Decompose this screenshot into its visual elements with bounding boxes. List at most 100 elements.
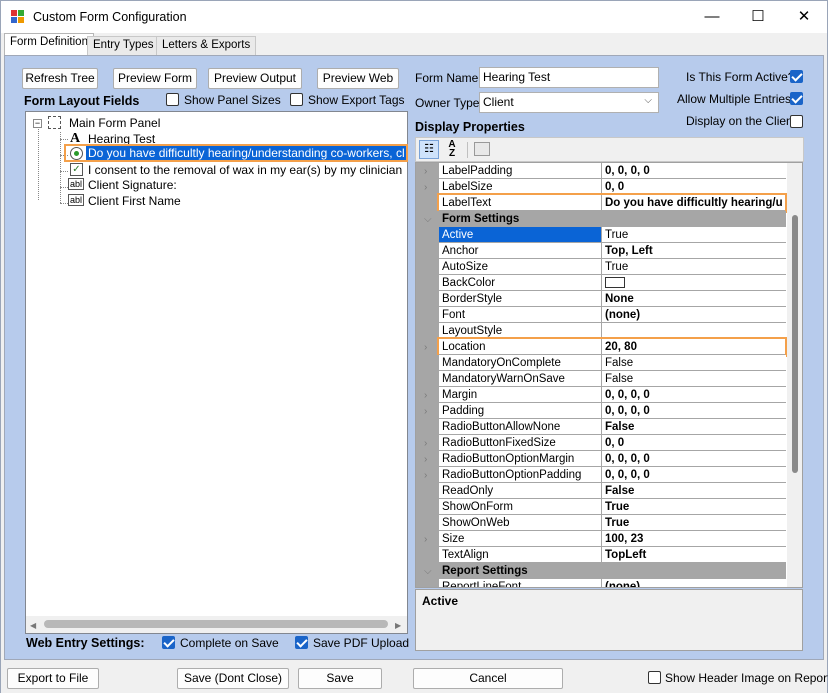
show-export-tags-checkbox[interactable] — [290, 93, 303, 106]
property-row[interactable]: ShowOnForm True — [416, 499, 786, 515]
property-row[interactable]: Active True — [416, 227, 786, 243]
property-row[interactable]: TextAlign TopLeft — [416, 547, 786, 563]
property-value[interactable]: None — [602, 291, 786, 307]
property-row[interactable]: › RadioButtonFixedSize 0, 0 — [416, 435, 786, 451]
property-grid[interactable]: › LabelPadding 0, 0, 0, 0 › LabelSize 0, 0 Lab… — [415, 162, 803, 588]
property-value[interactable]: True — [602, 259, 786, 275]
property-value[interactable]: False — [602, 355, 786, 371]
layout-tree[interactable]: − Main Form Panel A Hearing Test Do you … — [25, 111, 408, 634]
property-category[interactable]: ⌵ Report Settings — [416, 563, 786, 579]
property-value[interactable]: 0, 0, 0, 0 — [602, 163, 786, 179]
property-name[interactable]: ReadOnly — [439, 483, 602, 499]
property-name[interactable]: BackColor — [439, 275, 602, 291]
chevron-right-icon[interactable]: › — [424, 532, 427, 548]
property-value[interactable]: 0, 0, 0, 0 — [602, 387, 786, 403]
property-name[interactable]: TextAlign — [439, 547, 602, 563]
property-name[interactable]: MandatoryWarnOnSave — [439, 371, 602, 387]
scroll-left-icon[interactable]: ◀ — [30, 621, 36, 630]
property-name[interactable]: LabelPadding — [439, 163, 602, 179]
tab-letters-exports[interactable]: Letters & Exports — [156, 36, 257, 55]
tree-item-radio[interactable]: Do you have difficultly hearing/understa… — [88, 145, 404, 161]
property-pages-icon[interactable] — [474, 142, 490, 156]
property-name[interactable]: Size — [439, 531, 602, 547]
property-row[interactable]: RadioButtonAllowNone False — [416, 419, 786, 435]
scroll-thumb[interactable] — [792, 215, 798, 473]
categorized-icon[interactable]: ☷ — [419, 140, 439, 159]
property-name[interactable]: BorderStyle — [439, 291, 602, 307]
property-value[interactable]: 0, 0, 0, 0 — [602, 403, 786, 419]
chevron-right-icon[interactable]: › — [424, 404, 427, 420]
preview-output-button[interactable]: Preview Output — [208, 68, 302, 89]
scroll-thumb[interactable] — [44, 620, 388, 628]
chevron-right-icon[interactable]: › — [424, 388, 427, 404]
property-name[interactable]: Font — [439, 307, 602, 323]
property-name[interactable]: ShowOnForm — [439, 499, 602, 515]
property-grid-scrollbar[interactable] — [787, 163, 802, 587]
chevron-right-icon[interactable]: › — [424, 164, 427, 180]
property-name[interactable]: RadioButtonFixedSize — [439, 435, 602, 451]
refresh-tree-button[interactable]: Refresh Tree — [22, 68, 98, 89]
minimize-button[interactable]: — — [689, 1, 735, 33]
property-row[interactable]: MandatoryOnComplete False — [416, 355, 786, 371]
property-name[interactable]: RadioButtonOptionMargin — [439, 451, 602, 467]
tree-item-first-name[interactable]: Client First Name — [88, 193, 181, 209]
property-name[interactable]: Padding — [439, 403, 602, 419]
property-name[interactable]: RadioButtonOptionPadding — [439, 467, 602, 483]
chevron-right-icon[interactable]: › — [424, 452, 427, 468]
property-value[interactable] — [602, 275, 786, 291]
property-row[interactable]: Font (none) — [416, 307, 786, 323]
tree-horizontal-scrollbar[interactable]: ◀ ▶ — [26, 616, 407, 633]
property-name[interactable]: Margin — [439, 387, 602, 403]
form-active-checkbox[interactable] — [790, 70, 803, 83]
chevron-right-icon[interactable]: › — [424, 180, 427, 196]
property-row[interactable]: ReportLineFont (none) — [416, 579, 786, 587]
property-category[interactable]: ⌵ Form Settings — [416, 211, 786, 227]
property-value[interactable]: False — [602, 483, 786, 499]
property-row[interactable]: › RadioButtonOptionPadding 0, 0, 0, 0 — [416, 467, 786, 483]
property-row[interactable]: ShowOnWeb True — [416, 515, 786, 531]
chevron-right-icon[interactable]: › — [424, 436, 427, 452]
scroll-right-icon[interactable]: ▶ — [395, 621, 401, 630]
property-value[interactable]: (none) — [602, 579, 786, 587]
preview-web-button[interactable]: Preview Web — [317, 68, 399, 89]
chevron-right-icon[interactable]: › — [424, 468, 427, 484]
property-value[interactable]: TopLeft — [602, 547, 786, 563]
save-dont-close-button[interactable]: Save (Dont Close) — [177, 668, 289, 689]
display-on-client-checkbox[interactable] — [790, 115, 803, 128]
property-value[interactable]: True — [602, 227, 786, 243]
property-name[interactable]: ReportLineFont — [439, 579, 602, 587]
property-value[interactable]: 0, 0, 0, 0 — [602, 451, 786, 467]
property-row[interactable]: › RadioButtonOptionMargin 0, 0, 0, 0 — [416, 451, 786, 467]
property-value[interactable]: 0, 0 — [602, 435, 786, 451]
property-value[interactable]: False — [602, 419, 786, 435]
tree-item-signature[interactable]: Client Signature: — [88, 177, 177, 193]
export-to-file-button[interactable]: Export to File — [7, 668, 99, 689]
close-button[interactable]: ✕ — [781, 1, 827, 33]
property-value[interactable]: (none) — [602, 307, 786, 323]
property-row[interactable]: › Margin 0, 0, 0, 0 — [416, 387, 786, 403]
property-value[interactable]: Top, Left — [602, 243, 786, 259]
property-name[interactable]: MandatoryOnComplete — [439, 355, 602, 371]
save-pdf-upload-checkbox[interactable] — [295, 636, 308, 649]
property-value[interactable]: False — [602, 371, 786, 387]
property-row[interactable]: › LabelPadding 0, 0, 0, 0 — [416, 163, 786, 179]
property-row[interactable]: › Size 100, 23 — [416, 531, 786, 547]
form-name-input[interactable]: Hearing Test — [479, 67, 659, 88]
property-value[interactable]: True — [602, 499, 786, 515]
show-panel-sizes-checkbox[interactable] — [166, 93, 179, 106]
property-row[interactable]: BackColor — [416, 275, 786, 291]
property-row[interactable]: ReadOnly False — [416, 483, 786, 499]
property-row[interactable]: Anchor Top, Left — [416, 243, 786, 259]
tab-form-definition[interactable]: Form Definition — [4, 33, 94, 55]
chevron-down-icon[interactable]: ⌵ — [424, 564, 432, 580]
maximize-button[interactable]: ☐ — [735, 1, 781, 33]
property-value[interactable]: 100, 23 — [602, 531, 786, 547]
property-row[interactable]: AutoSize True — [416, 259, 786, 275]
property-name[interactable]: Active — [439, 227, 602, 243]
chevron-right-icon[interactable]: › — [424, 340, 427, 356]
collapse-icon[interactable]: − — [33, 119, 42, 128]
property-name[interactable]: AutoSize — [439, 259, 602, 275]
property-row[interactable]: › Padding 0, 0, 0, 0 — [416, 403, 786, 419]
property-value[interactable]: True — [602, 515, 786, 531]
property-name[interactable]: ShowOnWeb — [439, 515, 602, 531]
